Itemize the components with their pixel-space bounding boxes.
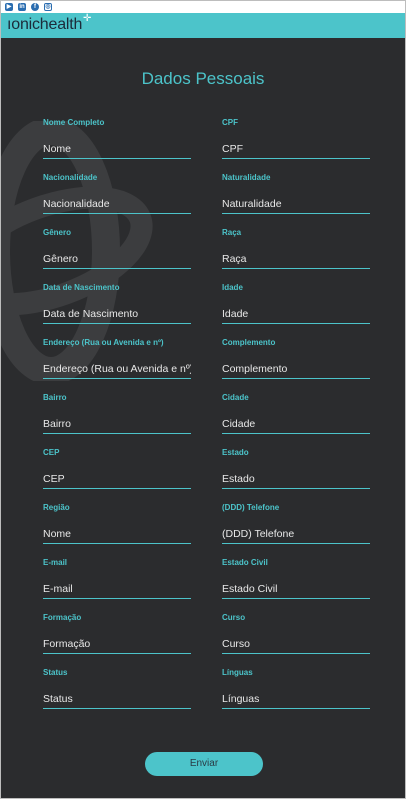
naturalidade-input[interactable]: Naturalidade [222,197,370,214]
field-label: Estado [222,448,249,457]
field-label: Estado Civil [222,558,268,567]
page-title: Dados Pessoais [141,69,265,88]
logo-text: ıonichealth [7,16,83,33]
linkedin-icon[interactable]: in [18,3,26,11]
field-label: Data de Nascimento [43,283,120,292]
field-label: Nome Completo [43,118,105,127]
header: ıonichealth ✛ [1,13,405,38]
estado-civil-input[interactable]: Estado Civil [222,582,370,599]
raca-input[interactable]: Raça [222,252,370,269]
e-mail-input[interactable]: E-mail [43,582,191,599]
cidade-input[interactable]: Cidade [222,417,370,434]
bairro-input[interactable]: Bairro [43,417,191,434]
field-label: Bairro [43,393,67,402]
cpf-input[interactable]: CPF [222,142,370,159]
submit-button[interactable]: Enviar [145,752,263,776]
genero-input[interactable]: Gênero [43,252,191,269]
field-label: Complemento [222,338,276,347]
youtube-icon[interactable]: ▶ [5,3,13,11]
field-label: Cidade [222,393,249,402]
facebook-icon[interactable]: f [31,3,39,11]
regiao-input[interactable]: Nome [43,527,191,544]
ddd-telefone-input[interactable]: (DDD) Telefone [222,527,370,544]
field-label: Curso [222,613,246,622]
field-label: Formação [43,613,82,622]
plus-cross-icon: ✛ [83,13,92,24]
field-label: Endereço (Rua ou Avenida e nº) [43,338,164,347]
complemento-input[interactable]: Complemento [222,362,370,379]
field-label: (DDD) Telefone [222,503,280,512]
app-frame: ▶ in f ◎ ıonichealth ✛ Dados Pessoais No… [0,0,406,799]
brand-logo[interactable]: ıonichealth ✛ [7,13,91,34]
nome-completo-input[interactable]: Nome [43,142,191,159]
endereco-rua-ou-avenida-e-n-input[interactable]: Endereço (Rua ou Avenida e nº) [43,362,191,379]
status-input[interactable]: Status [43,692,191,709]
field-label: E-mail [43,558,68,567]
cep-input[interactable]: CEP [43,472,191,489]
field-label: Línguas [222,668,253,677]
data-de-nascimento-input[interactable]: Data de Nascimento [43,307,191,324]
field-label: Nacionalidade [43,173,98,182]
field-label: Raça [222,228,242,237]
curso-input[interactable]: Curso [222,637,370,654]
estado-input[interactable]: Estado [222,472,370,489]
field-label: CEP [43,448,60,457]
social-bar: ▶ in f ◎ [1,1,405,13]
linguas-input[interactable]: Línguas [222,692,370,709]
nacionalidade-input[interactable]: Nacionalidade [43,197,191,214]
field-label: Status [43,668,68,677]
field-label: Naturalidade [222,173,271,182]
field-label: Idade [222,283,243,292]
field-label: Gênero [43,228,72,237]
field-label: CPF [222,118,238,127]
formacao-input[interactable]: Formação [43,637,191,654]
instagram-icon[interactable]: ◎ [44,3,52,11]
idade-input[interactable]: Idade [222,307,370,324]
field-label: Região [43,503,70,512]
